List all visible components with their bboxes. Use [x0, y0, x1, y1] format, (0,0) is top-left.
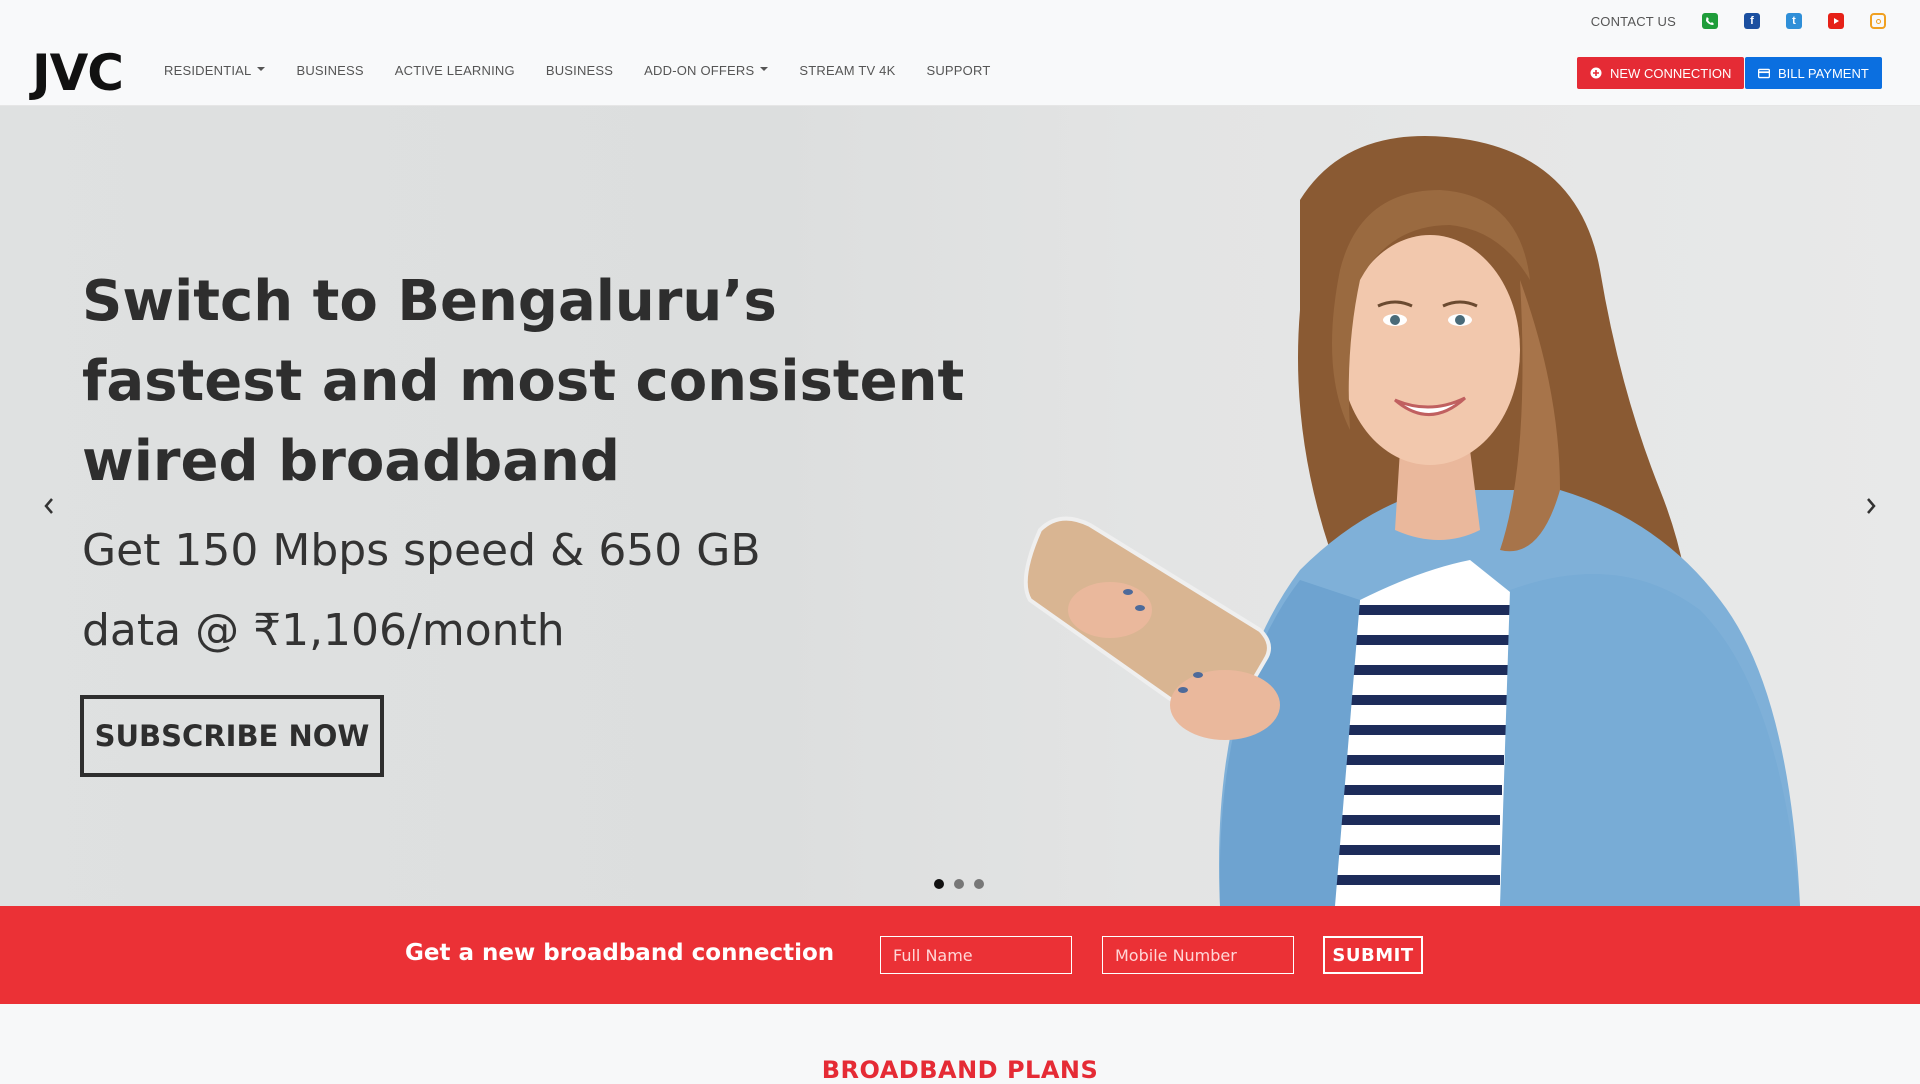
new-connection-band: Get a new broadband connection SUBMIT — [0, 906, 1920, 1004]
hero-woman-with-tablet-image — [1023, 136, 1800, 906]
new-connection-label: NEW CONNECTION — [1610, 65, 1732, 81]
nav-business-label: BUSINESS — [296, 63, 364, 78]
submit-button[interactable]: SUBMIT — [1323, 936, 1423, 974]
carousel-prev-button[interactable] — [34, 486, 64, 526]
credit-card-icon — [1758, 67, 1770, 79]
nav-add-on-offers-label: ADD-ON OFFERS — [644, 63, 755, 78]
main-nav: RESIDENTIAL BUSINESS ACTIVE LEARNING BUS… — [164, 63, 990, 78]
plus-circle-icon — [1590, 67, 1602, 79]
nav-add-on-offers[interactable]: ADD-ON OFFERS — [644, 63, 769, 78]
chevron-down-icon — [257, 67, 266, 71]
site-header: CONTACT US f t JVC RESIDENTIAL BUSINESS … — [0, 0, 1920, 106]
carousel-dot-3[interactable] — [974, 879, 984, 889]
nav-residential[interactable]: RESIDENTIAL — [164, 63, 266, 78]
carousel-indicators — [934, 879, 984, 889]
bill-payment-label: BILL PAYMENT — [1778, 65, 1869, 81]
nav-stream-tv-label: STREAM TV 4K — [799, 63, 896, 78]
bill-payment-button[interactable]: BILL PAYMENT — [1745, 57, 1882, 89]
lead-form-title: Get a new broadband connection — [405, 940, 835, 966]
jvc-logo[interactable]: JVC — [32, 48, 124, 98]
phone-icon[interactable] — [1702, 13, 1718, 29]
hero-carousel: Switch to Bengaluru’s fastest and most c… — [0, 106, 1920, 906]
full-name-input[interactable] — [880, 936, 1072, 974]
twitter-icon[interactable]: t — [1786, 13, 1802, 29]
carousel-dot-1[interactable] — [934, 879, 944, 889]
nav-business-2-label: BUSINESS — [545, 63, 614, 78]
nav-active-learning[interactable]: ACTIVE LEARNING — [395, 63, 515, 78]
chevron-left-icon — [44, 498, 53, 514]
facebook-icon[interactable]: f — [1744, 13, 1760, 29]
instagram-icon[interactable] — [1870, 13, 1886, 29]
hero-headline-line-2: fastest and most consistent — [82, 349, 965, 414]
mobile-number-input[interactable] — [1102, 936, 1294, 974]
hero-headline-line-3: wired broadband — [82, 429, 620, 494]
hero-headline: Switch to Bengaluru’s fastest and most c… — [82, 262, 982, 502]
nav-business[interactable]: BUSINESS — [296, 63, 363, 78]
hero-subheadline: Get 150 Mbps speed & 650 GB data @ ₹1,10… — [82, 511, 882, 671]
carousel-next-button[interactable] — [1856, 486, 1886, 526]
nav-residential-label: RESIDENTIAL — [164, 63, 252, 78]
new-connection-button[interactable]: NEW CONNECTION — [1577, 57, 1745, 89]
hero-subheadline-line-1: Get 150 Mbps speed & 650 GB — [82, 525, 761, 576]
nav-business-2[interactable]: BUSINESS — [546, 63, 613, 78]
nav-support-label: SUPPORT — [926, 63, 991, 78]
top-contact-bar: CONTACT US f t — [1591, 8, 1886, 34]
nav-support[interactable]: SUPPORT — [926, 63, 990, 78]
chevron-down-icon — [760, 67, 769, 71]
contact-us-link[interactable]: CONTACT US — [1591, 14, 1676, 29]
chevron-right-icon — [1867, 498, 1876, 514]
youtube-icon[interactable] — [1828, 13, 1844, 29]
carousel-dot-2[interactable] — [954, 879, 964, 889]
nav-stream-tv[interactable]: STREAM TV 4K — [799, 63, 895, 78]
nav-active-learning-label: ACTIVE LEARNING — [394, 63, 515, 78]
hero-subheadline-line-2: data @ ₹1,106/month — [82, 605, 565, 656]
hero-headline-line-1: Switch to Bengaluru’s — [82, 269, 777, 334]
subscribe-now-button[interactable]: SUBSCRIBE NOW — [80, 695, 384, 777]
